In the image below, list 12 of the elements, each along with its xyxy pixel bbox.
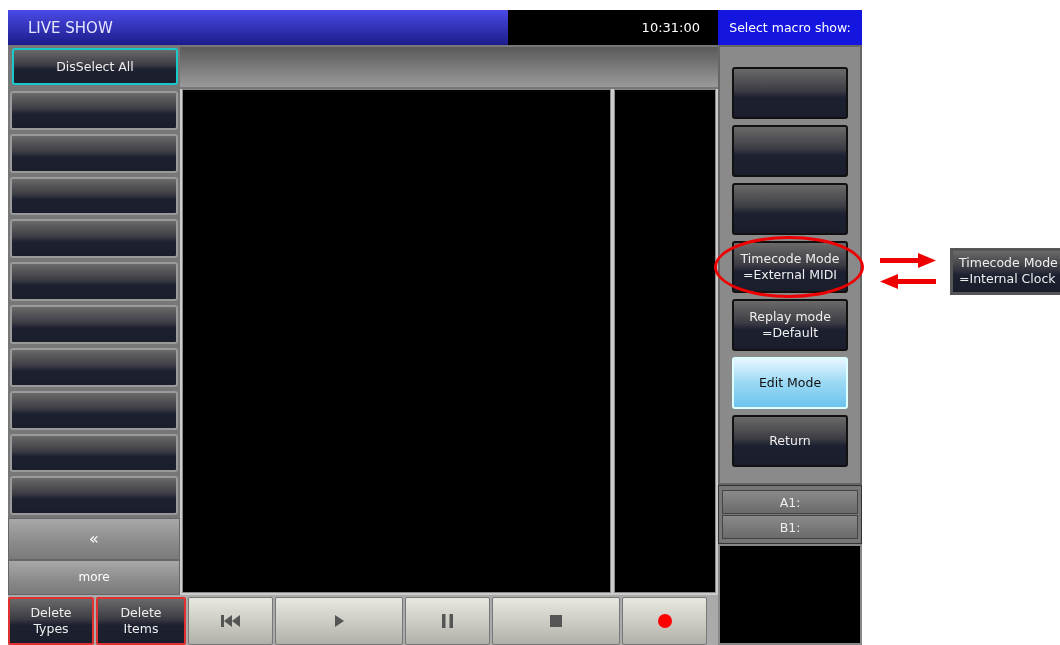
screen-title: LIVE SHOW	[8, 10, 508, 45]
deselect-all-button[interactable]: DisSelect All	[12, 48, 178, 85]
clock: 10:31:00	[508, 10, 718, 45]
macro-button[interactable]: Return	[732, 415, 848, 467]
delete-button[interactable]: Delete Items	[96, 597, 186, 645]
delete-button[interactable]: Delete Types	[8, 597, 94, 645]
macro-button[interactable]: Timecode Mode =External MIDI	[732, 241, 848, 293]
macro-button[interactable]: Edit Mode	[732, 357, 848, 409]
prompt-text: Select macro show:	[718, 10, 862, 45]
macro-button[interactable]: Replay mode =Default	[732, 299, 848, 351]
field-label: B1:	[722, 515, 858, 539]
field-label: A1:	[722, 490, 858, 514]
